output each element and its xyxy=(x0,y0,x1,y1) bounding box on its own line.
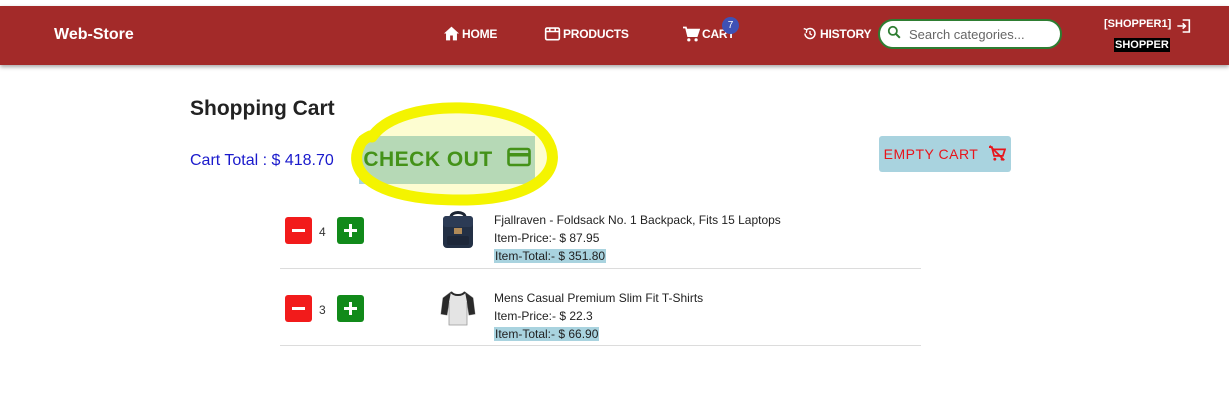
product-thumbnail-backpack[interactable] xyxy=(438,210,478,255)
store-icon xyxy=(544,26,561,41)
brand-logo[interactable]: Web-Store xyxy=(54,26,134,44)
nav-history[interactable]: HISTORY xyxy=(802,26,871,41)
remove-cart-icon xyxy=(988,144,1007,164)
decrease-qty-button[interactable] xyxy=(285,217,312,244)
user-role: SHOPPER xyxy=(1114,38,1170,52)
item-name: Fjallraven - Foldsack No. 1 Backpack, Fi… xyxy=(494,213,781,227)
cart-item: 4 Fjallraven - Foldsack No. 1 Backpack, … xyxy=(280,191,921,269)
home-icon xyxy=(443,26,460,41)
empty-cart-label: EMPTY CART xyxy=(883,146,979,162)
credit-card-icon xyxy=(506,147,531,173)
search-icon xyxy=(880,25,901,44)
decrease-qty-button[interactable] xyxy=(285,295,312,322)
item-price: Item-Price:- $ 22.3 xyxy=(494,309,593,323)
product-thumbnail-tshirt[interactable] xyxy=(438,288,478,333)
nav-home[interactable]: HOME xyxy=(443,26,497,41)
page-title: Shopping Cart xyxy=(190,97,335,120)
item-qty: 4 xyxy=(319,225,326,239)
empty-cart-button[interactable]: EMPTY CART xyxy=(879,136,1011,172)
checkout-button[interactable]: CHECK OUT xyxy=(359,136,535,184)
history-icon xyxy=(802,26,818,41)
item-name: Mens Casual Premium Slim Fit T-Shirts xyxy=(494,291,704,305)
search-input[interactable] xyxy=(907,25,1051,43)
item-info: Mens Casual Premium Slim Fit T-Shirts It… xyxy=(494,289,703,343)
search-box[interactable] xyxy=(878,19,1062,49)
item-price: Item-Price:- $ 87.95 xyxy=(494,231,600,245)
item-total: Item-Total:- $ 66.90 xyxy=(494,327,600,341)
item-total: Item-Total:- $ 351.80 xyxy=(494,249,607,263)
nav-products-label: PRODUCTS xyxy=(563,26,629,41)
nav-home-label: HOME xyxy=(462,26,498,41)
checkout-label: CHECK OUT xyxy=(363,148,493,171)
cart-item: 3 Mens Casual Premium Slim Fit T-Shirts … xyxy=(280,268,921,346)
username: [SHOPPER1] xyxy=(1104,18,1172,30)
nav-history-label: HISTORY xyxy=(820,26,872,41)
increase-qty-button[interactable] xyxy=(337,295,364,322)
cart-count-badge: 7 xyxy=(722,17,739,34)
navbar: Web-Store HOME PRODUCTS CART 7 HISTORY [… xyxy=(0,6,1229,65)
increase-qty-button[interactable] xyxy=(337,217,364,244)
cart-icon xyxy=(682,26,700,42)
logout-icon[interactable] xyxy=(1176,18,1192,39)
nav-products[interactable]: PRODUCTS xyxy=(544,26,629,41)
item-info: Fjallraven - Foldsack No. 1 Backpack, Fi… xyxy=(494,211,781,265)
cart-total: Cart Total : $ 418.70 xyxy=(190,152,334,169)
item-qty: 3 xyxy=(319,303,326,317)
